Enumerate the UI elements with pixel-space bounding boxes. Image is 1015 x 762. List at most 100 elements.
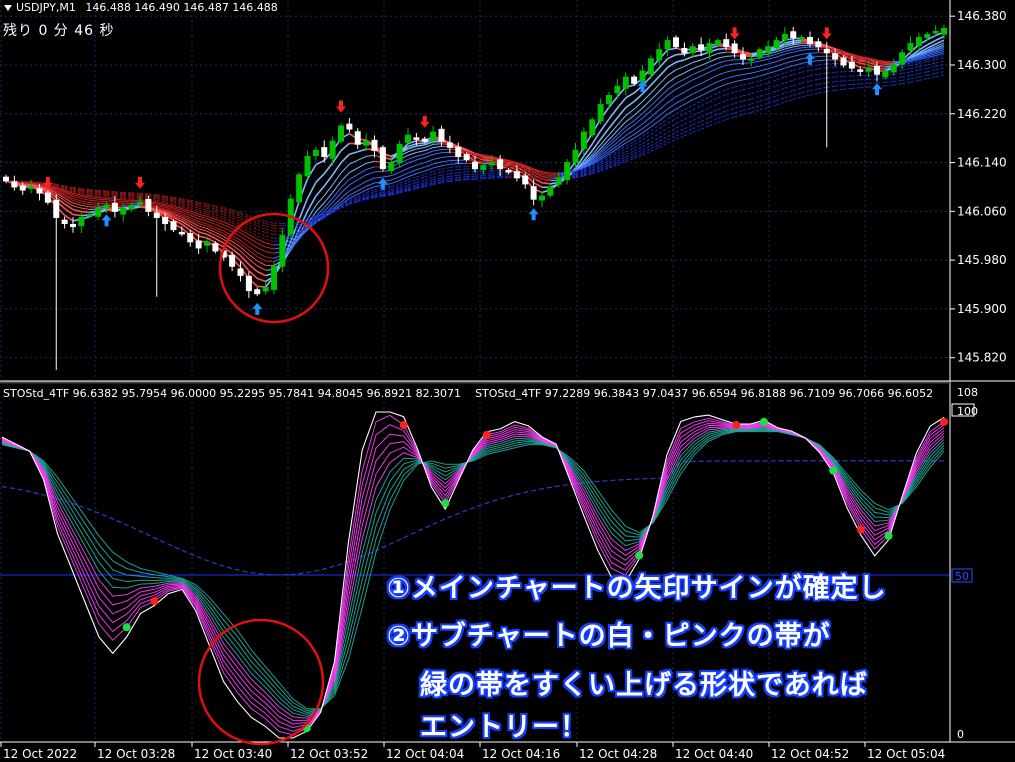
time-label: 12 Oct 03:40 [194,747,272,761]
candle-body [673,37,679,48]
candle-body [748,58,755,61]
dropdown-triangle-icon[interactable] [4,5,12,11]
candle-body [614,85,621,94]
candle-body [513,171,520,179]
ma-line [98,198,107,201]
candle-body [44,192,51,203]
ma-line [89,204,99,206]
cross-up-dot [759,417,768,426]
candle-body [664,40,671,50]
cross-down-dot [732,421,741,430]
candle-body [915,37,922,46]
candle-body [413,137,420,140]
candle-body [941,27,947,35]
candle-body [204,241,210,246]
candle-body [823,48,830,54]
ma-line [742,62,752,64]
indicator-header: STOStd_4TF 96.6382 95.7954 96.0000 95.22… [3,387,947,400]
indicator-axis-label: 50 [955,570,969,583]
candle-body [271,265,277,290]
candle-body [11,181,18,188]
price-label: 145.820 [957,351,1007,365]
candle-body [840,57,847,66]
candle-body [857,69,864,72]
candle-body [120,207,127,215]
candle-body [153,212,160,218]
indicator-axis-label: 0 [957,728,964,741]
candle-body [472,161,478,170]
candle-body [36,188,43,194]
candle-body [338,125,344,142]
candle-body [346,123,353,130]
candle-body [773,40,780,49]
candle-body [137,201,143,205]
ma-line [114,200,124,202]
candle-body [363,140,370,146]
candle-body [170,221,177,231]
cross-up-dot [122,623,131,632]
ma-line [433,143,442,145]
mt4-chart-window: 146.380 146.300 146.220 146.140 146.060 145.9… [0,0,1015,762]
ma-line [860,61,869,63]
candle-body [111,202,118,212]
candle-body [656,49,663,61]
ma-line [876,62,886,65]
price-label: 146.380 [957,9,1007,23]
candle-body [296,174,303,203]
candle-body [187,233,194,243]
candle-body [262,287,269,292]
candle-body [606,94,612,105]
cross-up-dot [884,531,893,540]
time-label: 12 Oct 04:04 [386,747,464,761]
candle-body [522,175,529,185]
candle-body [329,140,336,159]
candle-body [237,268,244,276]
candle-body [790,31,797,39]
ma-line [483,159,492,162]
annotation-line-2: ②サブチャートの白・ピンクの帯が [387,621,831,652]
candle-body [229,254,236,267]
candle-body [178,231,185,235]
candle-body [304,155,311,177]
candle-body [874,65,880,75]
candle-body [162,216,169,225]
indicator-values-b: STOStd_4TF 97.2289 96.3843 97.0437 96.65… [475,387,934,400]
candle-body [547,186,554,196]
candle-body [740,54,746,60]
candle-body [639,70,646,82]
candle-body [354,131,361,145]
candle-body [53,199,60,218]
bar-countdown: 残り 0 分 46 秒 [3,23,115,39]
candle-body [781,33,788,41]
candle-body [70,223,76,228]
candle-body [631,76,638,84]
time-label: 12 Oct 03:52 [290,747,368,761]
candle-body [321,147,328,157]
candle-body [78,216,85,227]
candle-body [572,149,579,164]
candle-body [195,240,202,249]
candle-body [128,204,135,210]
price-label: 146.300 [957,58,1007,72]
candle-body [580,131,587,150]
candle-body [505,169,512,173]
ma-line [734,62,744,65]
quote-values: 146.488 146.490 146.487 146.488 [85,1,278,14]
candle-body [430,131,437,141]
candle-body [647,58,654,75]
ma-line [89,202,99,204]
time-label: 12 Oct 04:40 [675,747,753,761]
ma-line [257,285,266,288]
candle-body [539,195,545,201]
candle-body [312,149,319,157]
candle-body [622,76,629,89]
candle-body [832,53,839,60]
candle-body [555,177,562,185]
ma-line [809,52,819,54]
candle-body [681,48,688,54]
cross-down-dot [399,421,408,430]
candle-body [924,33,931,39]
candle-body [455,146,462,157]
candle-body [907,43,914,51]
candle-body [564,162,571,181]
